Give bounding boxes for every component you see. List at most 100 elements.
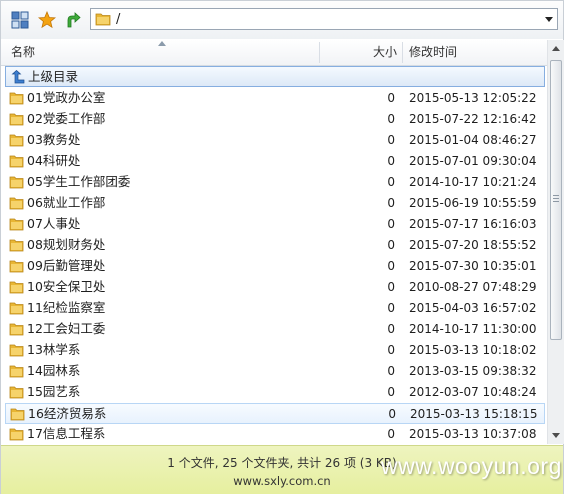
column-divider[interactable] xyxy=(402,42,403,63)
path-input[interactable]: / xyxy=(90,8,558,30)
folder-name: 12工会妇工委 xyxy=(27,321,106,336)
column-header-size[interactable]: 大小 xyxy=(321,40,397,65)
folder-size: 0 xyxy=(387,133,395,147)
folder-icon xyxy=(9,323,24,336)
folder-row[interactable]: 12工会妇工委 0 2014-10-17 11:30:00 xyxy=(5,319,545,340)
folder-name: 09后勤管理处 xyxy=(27,258,106,273)
folder-name: 06就业工作部 xyxy=(27,195,106,210)
folder-row[interactable]: 05学生工作部团委 0 2014-10-17 10:21:24 xyxy=(5,172,545,193)
grip-line xyxy=(553,198,559,199)
chevron-down-icon xyxy=(552,433,560,438)
up-arrow-icon xyxy=(67,12,81,28)
scroll-up-button[interactable] xyxy=(548,40,564,57)
folder-size: 0 xyxy=(387,280,395,294)
folder-row[interactable]: 17信息工程系 0 2015-03-13 10:37:08 xyxy=(5,424,545,445)
folder-icon xyxy=(9,155,24,168)
folder-name: 02党委工作部 xyxy=(27,111,106,126)
favorite-button[interactable] xyxy=(37,10,57,30)
folder-icon xyxy=(9,386,24,399)
sort-ascending-icon xyxy=(158,41,166,46)
folder-name: 03教务处 xyxy=(27,132,81,147)
folder-modified: 2015-07-30 10:35:01 xyxy=(409,259,537,273)
folder-name: 15园艺系 xyxy=(27,384,81,399)
toolbar: / xyxy=(1,1,563,39)
folder-size: 0 xyxy=(387,259,395,273)
folder-row[interactable]: 10安全保卫处 0 2010-08-27 07:48:29 xyxy=(5,277,545,298)
folder-size: 0 xyxy=(387,427,395,441)
grip-line xyxy=(553,195,559,196)
scroll-down-button[interactable] xyxy=(548,427,564,444)
folder-row[interactable]: 14园林系 0 2013-03-15 09:38:32 xyxy=(5,361,545,382)
up-button[interactable] xyxy=(63,10,83,30)
folder-icon xyxy=(95,13,111,26)
folder-row[interactable]: 15园艺系 0 2012-03-07 10:48:24 xyxy=(5,382,545,403)
parent-directory-label: 上级目录 xyxy=(28,69,79,84)
chevron-up-icon xyxy=(552,46,560,51)
scroll-thumb[interactable] xyxy=(550,60,562,340)
folder-icon xyxy=(9,113,24,126)
folder-row[interactable]: 06就业工作部 0 2015-06-19 10:55:59 xyxy=(5,193,545,214)
folder-row[interactable]: 13林学系 0 2015-03-13 10:18:02 xyxy=(5,340,545,361)
folder-modified: 2015-06-19 10:55:59 xyxy=(409,196,537,210)
folder-modified: 2014-10-17 11:30:00 xyxy=(409,322,537,336)
chevron-down-icon xyxy=(545,16,553,22)
folder-icon xyxy=(9,92,24,105)
folder-icon xyxy=(9,197,24,210)
grip-line xyxy=(553,201,559,202)
folder-row[interactable]: 11纪检监察室 0 2015-04-03 16:57:02 xyxy=(5,298,545,319)
folder-icon xyxy=(9,134,24,147)
folder-modified: 2015-01-04 08:46:27 xyxy=(409,133,537,147)
file-list: 上级目录 01党政办公室 0 2015-05-13 12:05:22 02党委工作部 0… xyxy=(1,65,547,445)
folder-row[interactable]: 07人事处 0 2015-07-17 16:16:03 xyxy=(5,214,545,235)
view-mode-button[interactable] xyxy=(10,10,30,30)
folder-modified: 2015-07-20 18:55:52 xyxy=(409,238,537,252)
parent-directory-icon xyxy=(11,70,25,84)
folder-modified: 2010-08-27 07:48:29 xyxy=(409,280,537,294)
folder-name: 08规划财务处 xyxy=(27,237,106,252)
folder-size: 0 xyxy=(387,301,395,315)
folder-icon xyxy=(9,176,24,189)
folder-name: 10安全保卫处 xyxy=(27,279,106,294)
folder-modified: 2015-03-13 10:18:02 xyxy=(409,343,537,357)
folder-modified: 2015-03-13 10:37:08 xyxy=(409,427,537,441)
folder-name: 05学生工作部团委 xyxy=(27,174,131,189)
folder-modified: 2012-03-07 10:48:24 xyxy=(409,385,537,399)
folder-row[interactable]: 04科研处 0 2015-07-01 09:30:04 xyxy=(5,151,545,172)
path-dropdown-button[interactable] xyxy=(541,9,557,29)
folder-row[interactable]: 16经济贸易系 0 2015-03-13 15:18:15 xyxy=(5,403,545,424)
folder-modified: 2013-03-15 09:38:32 xyxy=(409,364,537,378)
column-modified-label: 修改时间 xyxy=(409,45,458,59)
folder-name: 14园林系 xyxy=(27,363,81,378)
folder-row[interactable]: 01党政办公室 0 2015-05-13 12:05:22 xyxy=(5,88,545,109)
folder-modified: 2015-07-22 12:16:42 xyxy=(409,112,537,126)
folder-icon xyxy=(9,428,24,441)
folder-row[interactable]: 08规划财务处 0 2015-07-20 18:55:52 xyxy=(5,235,545,256)
folder-row[interactable]: 02党委工作部 0 2015-07-22 12:16:42 xyxy=(5,109,545,130)
folder-size: 0 xyxy=(387,154,395,168)
folder-size: 0 xyxy=(387,322,395,336)
folder-name: 04科研处 xyxy=(27,153,81,168)
folder-size: 0 xyxy=(388,407,396,421)
folder-size: 0 xyxy=(387,238,395,252)
folder-row[interactable]: 09后勤管理处 0 2015-07-30 10:35:01 xyxy=(5,256,545,277)
folder-modified: 2015-03-13 15:18:15 xyxy=(410,407,538,421)
folder-size: 0 xyxy=(387,343,395,357)
column-header-modified[interactable]: 修改时间 xyxy=(409,40,539,65)
folder-icon xyxy=(10,408,25,421)
folder-row[interactable]: 03教务处 0 2015-01-04 08:46:27 xyxy=(5,130,545,151)
folder-modified: 2015-05-13 12:05:22 xyxy=(409,91,537,105)
folder-size: 0 xyxy=(387,385,395,399)
folder-modified: 2014-10-17 10:21:24 xyxy=(409,175,537,189)
column-size-label: 大小 xyxy=(372,45,397,59)
folder-modified: 2015-07-17 16:16:03 xyxy=(409,217,537,231)
parent-directory-row[interactable]: 上级目录 xyxy=(5,66,545,87)
view-mode-icon xyxy=(11,11,29,29)
folder-name: 17信息工程系 xyxy=(27,426,106,441)
folder-icon xyxy=(9,365,24,378)
vertical-scrollbar[interactable] xyxy=(547,40,564,444)
file-browser-window: / 名称 大小 修改时间 上级目录 01党政办公室 0 2015-05-13 12:… xyxy=(0,0,564,494)
column-divider[interactable] xyxy=(319,42,320,63)
folder-icon xyxy=(9,281,24,294)
folder-size: 0 xyxy=(387,91,395,105)
folder-size: 0 xyxy=(387,196,395,210)
